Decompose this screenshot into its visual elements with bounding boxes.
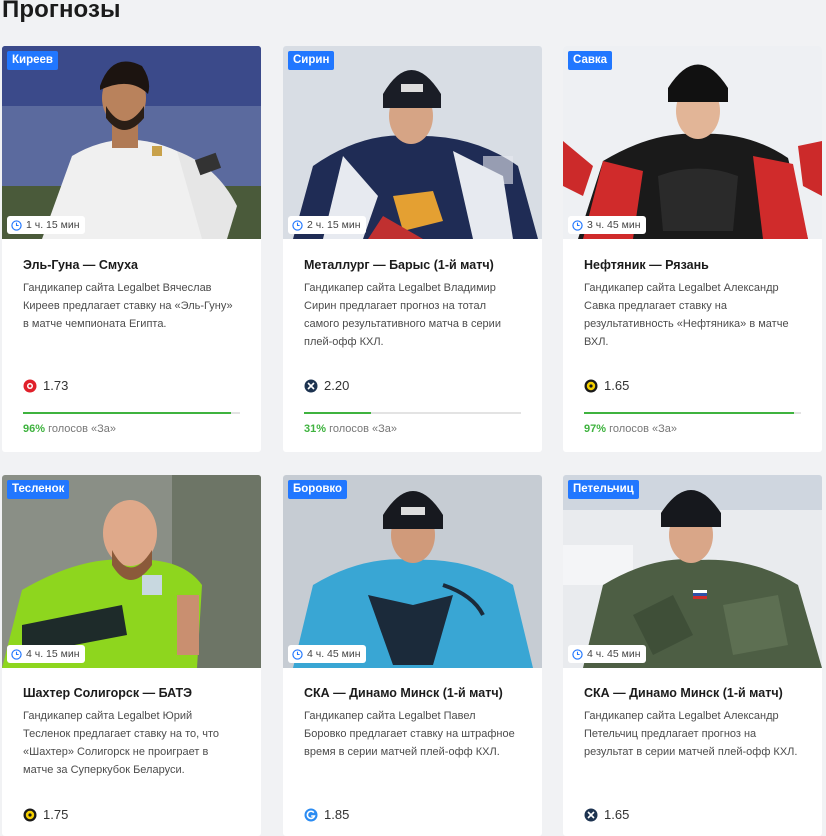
blue-bookmaker-icon <box>304 808 318 821</box>
odds[interactable]: 1.65 <box>584 378 629 393</box>
odds[interactable]: 1.85 <box>304 807 349 822</box>
yellow-bookmaker-icon <box>584 379 598 392</box>
time-remaining: 2 ч. 15 мин <box>307 219 361 231</box>
odds-value: 1.65 <box>604 807 630 822</box>
odds-value: 1.73 <box>43 378 69 393</box>
forecast-photo[interactable]: Савка 3 ч. 45 мин <box>563 46 822 239</box>
vote-summary: 96% голосов «За» <box>23 423 116 435</box>
forecast-description: Гандикапер сайта Legalbet Павел Боровко … <box>304 710 515 758</box>
author-badge[interactable]: Киреев <box>7 51 58 70</box>
forecast-photo[interactable]: Киреев 1 ч. 15 мин <box>2 46 261 239</box>
time-remaining: 4 ч. 15 мин <box>26 648 80 660</box>
forecast-card[interactable]: Савка 3 ч. 45 мин Нефтяник — Рязань Ганд… <box>563 46 822 452</box>
vote-percent: 96% <box>23 423 46 435</box>
forecast-card[interactable]: Боровко 4 ч. 45 мин СКА — Динамо Минск (… <box>283 475 542 836</box>
vote-label: голосов «За» <box>609 423 678 435</box>
author-badge[interactable]: Петельчиц <box>568 480 639 499</box>
football-player-photo <box>2 46 261 239</box>
forecast-description: Гандикапер сайта Legalbet Юрий Тесленок … <box>23 710 219 776</box>
author-badge[interactable]: Тесленок <box>7 480 70 499</box>
vote-progress <box>584 412 801 414</box>
odds-value: 1.75 <box>43 807 69 822</box>
time-remaining: 4 ч. 45 мин <box>587 648 641 660</box>
clock-icon <box>572 219 583 231</box>
clock-icon <box>11 219 22 231</box>
odds-value: 1.65 <box>604 378 630 393</box>
forecast-description: Гандикапер сайта Legalbet Александр Пете… <box>584 710 798 758</box>
red-ball-icon <box>23 379 37 392</box>
match-title[interactable]: Шахтер Солигорск — БАТЭ <box>23 685 240 701</box>
time-remaining: 4 ч. 45 мин <box>307 648 361 660</box>
time-chip: 1 ч. 15 мин <box>7 216 85 234</box>
forecast-description: Гандикапер сайта Legalbet Вячеслав Кирее… <box>23 282 233 330</box>
hockey-player-photo <box>563 475 822 668</box>
forecast-description: Гандикапер сайта Legalbet Владимир Сирин… <box>304 282 501 348</box>
forecast-card[interactable]: Киреев 1 ч. 15 мин Эль-Гуна — Смуха Ганд… <box>2 46 261 452</box>
dark-bookmaker-icon <box>584 808 598 821</box>
match-title[interactable]: Металлург — Барыс (1-й матч) <box>304 257 521 273</box>
hockey-player-photo <box>563 46 822 239</box>
author-badge[interactable]: Савка <box>568 51 613 70</box>
vote-label: голосов «За» <box>329 423 398 435</box>
odds[interactable]: 1.75 <box>23 807 68 822</box>
time-chip: 4 ч. 15 мин <box>7 645 85 663</box>
time-chip: 3 ч. 45 мин <box>568 216 646 234</box>
author-badge[interactable]: Боровко <box>288 480 348 499</box>
football-player-photo <box>2 475 261 668</box>
vote-percent: 97% <box>584 423 607 435</box>
forecast-card[interactable]: Петельчиц 4 ч. 45 мин СКА — Динамо Минск… <box>563 475 822 836</box>
time-remaining: 1 ч. 15 мин <box>26 219 80 231</box>
forecast-photo[interactable]: Тесленок 4 ч. 15 мин <box>2 475 261 668</box>
time-chip: 4 ч. 45 мин <box>568 645 646 663</box>
hockey-player-photo <box>283 475 542 668</box>
vote-progress <box>23 412 240 414</box>
forecast-photo[interactable]: Боровко 4 ч. 45 мин <box>283 475 542 668</box>
forecast-description: Гандикапер сайта Legalbet Александр Савк… <box>584 282 789 348</box>
odds[interactable]: 2.20 <box>304 378 349 393</box>
match-title[interactable]: СКА — Динамо Минск (1-й матч) <box>584 685 801 701</box>
clock-icon <box>11 648 22 660</box>
match-title[interactable]: Нефтяник — Рязань <box>584 257 801 273</box>
clock-icon <box>292 648 303 660</box>
vote-label: голосов «За» <box>48 423 117 435</box>
vote-percent: 31% <box>304 423 327 435</box>
vote-progress-fill <box>584 412 795 414</box>
time-chip: 4 ч. 45 мин <box>288 645 366 663</box>
dark-bookmaker-icon <box>304 379 318 392</box>
forecast-card[interactable]: Тесленок 4 ч. 15 мин Шахтер Солигорск — … <box>2 475 261 836</box>
vote-progress-fill <box>304 412 372 414</box>
vote-summary: 31% голосов «За» <box>304 423 397 435</box>
match-title[interactable]: Эль-Гуна — Смуха <box>23 257 240 273</box>
hockey-player-photo <box>283 46 542 239</box>
clock-icon <box>572 648 583 660</box>
forecast-photo[interactable]: Сирин 2 ч. 15 мин <box>283 46 542 239</box>
vote-progress <box>304 412 521 414</box>
odds-value: 2.20 <box>324 378 350 393</box>
odds[interactable]: 1.73 <box>23 378 68 393</box>
forecast-card[interactable]: Сирин 2 ч. 15 мин Металлург — Барыс (1-й… <box>283 46 542 452</box>
vote-progress-fill <box>23 412 232 414</box>
clock-icon <box>292 219 303 231</box>
odds[interactable]: 1.65 <box>584 807 629 822</box>
page-title: Прогнозы <box>2 0 121 23</box>
match-title[interactable]: СКА — Динамо Минск (1-й матч) <box>304 685 521 701</box>
time-chip: 2 ч. 15 мин <box>288 216 366 234</box>
forecast-photo[interactable]: Петельчиц 4 ч. 45 мин <box>563 475 822 668</box>
vote-summary: 97% голосов «За» <box>584 423 677 435</box>
time-remaining: 3 ч. 45 мин <box>587 219 641 231</box>
author-badge[interactable]: Сирин <box>288 51 335 70</box>
yellow-bookmaker-icon <box>23 808 37 821</box>
odds-value: 1.85 <box>324 807 350 822</box>
